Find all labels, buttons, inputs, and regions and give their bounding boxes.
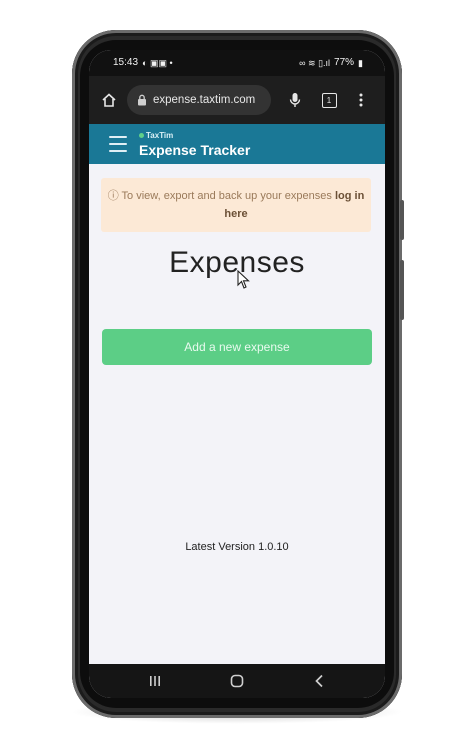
volume-button: [400, 200, 404, 240]
lock-icon: [138, 94, 146, 106]
app-header: TaxTim Expense Tracker: [89, 124, 385, 164]
home-nav-icon[interactable]: [225, 672, 249, 690]
brand-dot-icon: [139, 133, 144, 138]
back-icon[interactable]: [307, 672, 331, 690]
add-expense-button[interactable]: Add a new expense: [102, 329, 372, 365]
login-notice: ⓘ To view, export and back up your expen…: [101, 178, 371, 232]
notice-text: To view, export and back up your expense…: [121, 190, 332, 202]
browser-toolbar: expense.taxtim.com 1: [89, 76, 385, 124]
recent-apps-icon[interactable]: [143, 672, 167, 690]
app-title: Expense Tracker: [139, 142, 251, 158]
microphone-icon[interactable]: [285, 90, 305, 110]
tab-count: 1: [321, 92, 337, 108]
menu-icon[interactable]: [109, 136, 127, 152]
url-text: expense.taxtim.com: [153, 94, 256, 106]
home-icon[interactable]: [99, 90, 119, 110]
signal-icons: ∞ ≋ ▯.ıl: [299, 57, 331, 68]
brand-name: TaxTim: [146, 131, 174, 140]
status-bar: 15:43 ◐ ▣▣ • ∞ ≋ ▯.ıl 77% ▮: [89, 50, 385, 76]
power-button: [400, 260, 404, 320]
battery-level: 77%: [334, 57, 355, 68]
notification-icons: ◐ ▣▣ •: [142, 57, 173, 68]
brand-logo: TaxTim: [139, 131, 173, 140]
more-options-icon[interactable]: [351, 90, 371, 110]
battery-icon: ▮: [358, 57, 363, 68]
version-label: Latest Version 1.0.10: [185, 541, 289, 553]
mouse-cursor-icon: [237, 269, 251, 295]
address-bar[interactable]: expense.taxtim.com: [127, 85, 271, 115]
status-time: 15:43: [113, 57, 139, 68]
info-icon: ⓘ: [107, 190, 119, 202]
android-nav-bar: [89, 664, 385, 698]
tabs-button[interactable]: 1: [319, 90, 339, 110]
phone-screen: 15:43 ◐ ▣▣ • ∞ ≋ ▯.ıl 77% ▮ expense.taxt…: [89, 50, 385, 698]
